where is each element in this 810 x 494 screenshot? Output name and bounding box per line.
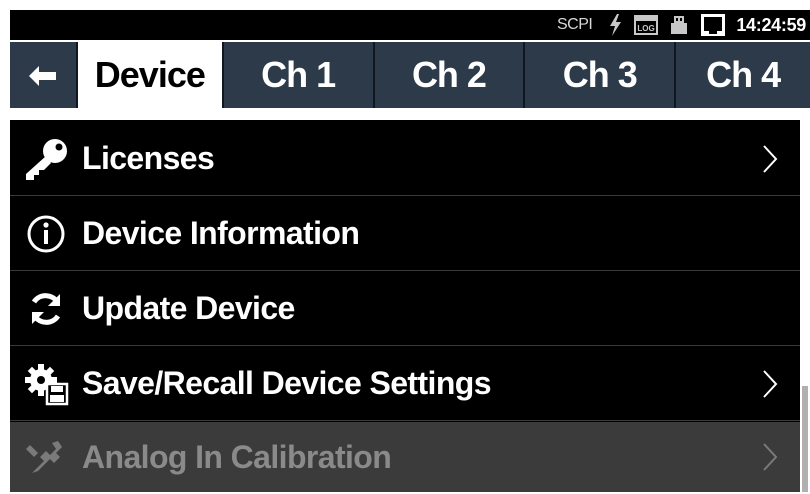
clock: 14:24:59 xyxy=(736,14,806,35)
chevron-right-icon xyxy=(762,422,778,492)
tab-device[interactable]: Device xyxy=(75,42,222,108)
menu-item-update-device[interactable]: Update Device xyxy=(10,272,800,346)
menu-item-label: Licenses xyxy=(82,140,215,176)
menu-item-label: Update Device xyxy=(82,290,295,326)
tab-ch1[interactable]: Ch 1 xyxy=(221,42,373,108)
menu-item-analog-in-calibration[interactable]: Analog In Calibration xyxy=(10,422,800,492)
log-icon-text: LOG xyxy=(638,24,655,33)
device-menu: Licenses Device Information Update Devic… xyxy=(10,120,800,492)
tab-bar: Device Ch 1 Ch 2 Ch 3 Ch 4 xyxy=(10,42,810,108)
scpi-indicator: SCPI xyxy=(557,16,593,33)
menu-item-label: Device Information xyxy=(82,215,360,251)
screen: SCPI LOG 14:24:59 Device Ch 1 Ch 2 Ch 3 … xyxy=(0,0,810,492)
tab-ch4[interactable]: Ch 4 xyxy=(674,42,810,108)
key-icon xyxy=(10,122,82,196)
calibration-icon xyxy=(10,420,82,494)
network-icon xyxy=(700,13,726,37)
lightning-icon xyxy=(608,14,622,36)
tab-ch2[interactable]: Ch 2 xyxy=(372,42,524,108)
info-icon xyxy=(10,197,82,271)
refresh-icon xyxy=(10,272,82,346)
back-arrow-icon xyxy=(28,54,57,96)
log-icon: LOG xyxy=(634,15,659,35)
chevron-right-icon xyxy=(762,122,778,196)
tab-ch3[interactable]: Ch 3 xyxy=(523,42,675,108)
menu-item-device-information[interactable]: Device Information xyxy=(10,197,800,271)
scrollbar-thumb[interactable] xyxy=(802,386,808,492)
usb-icon xyxy=(670,15,688,35)
back-button[interactable] xyxy=(10,42,76,108)
menu-item-licenses[interactable]: Licenses xyxy=(10,122,800,196)
menu-item-save-recall-settings[interactable]: Save/Recall Device Settings xyxy=(10,347,800,421)
chevron-right-icon xyxy=(762,347,778,421)
menu-item-label: Save/Recall Device Settings xyxy=(82,365,492,401)
menu-item-label: Analog In Calibration xyxy=(82,438,392,475)
gear-save-icon xyxy=(10,347,82,421)
status-bar: SCPI LOG 14:24:59 xyxy=(10,10,810,40)
